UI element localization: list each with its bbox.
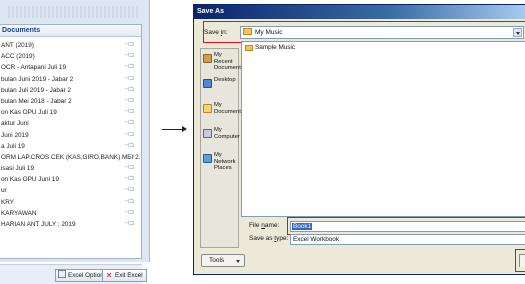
pin-icon[interactable]: ⊣⊐ [124,62,134,73]
dialog-title: Save As [194,5,525,19]
place-my-computer[interactable]: My Computer [201,127,240,149]
place-desktop[interactable]: Desktop [201,77,238,99]
highlight-file-name [287,217,525,235]
recent-document-label: on Kas OPU Juli 19 [1,109,57,117]
arrow-connector [162,126,187,132]
place-label: My Documents [214,102,244,115]
place-label: My Network Places [214,152,236,171]
highlight-save-button [515,249,525,272]
recent-document-label: bulan Mei 2018 - Jabar 2 [1,97,72,105]
close-icon: ✕ [105,271,113,280]
recent-documents-icon [203,54,212,63]
chevron-down-icon [236,260,240,263]
place-network-places[interactable]: My Network Places [201,152,238,174]
pin-icon[interactable]: ⊣⊐ [124,74,134,85]
recent-document-item[interactable]: bulan Juli 2019 - Jabar 2 ⊣⊐ [0,85,140,96]
recent-document-label: ANT (2019) [1,42,34,49]
recent-document-item[interactable]: Juni 2019 ⊣⊐ [0,130,140,141]
recent-document-label: Juni 2019 [1,131,29,139]
pin-icon[interactable]: ⊣⊐ [124,219,134,230]
places-bar: My Recent Documents Desktop My Documents My… [200,48,244,248]
recent-document-item[interactable]: ORM LAP.CROS CEK (KAS,GIRO,BANK) MEI 2..… [0,152,140,163]
pin-icon[interactable]: ⊣⊐ [124,208,134,219]
pin-icon[interactable]: ⊣⊐ [124,40,134,51]
recent-document-item[interactable]: ANT (2019) ⊣⊐ [0,40,140,51]
recent-document-label: ORM LAP.CROS CEK (KAS,GIRO,BANK) MEI 2..… [1,153,140,161]
office-menu-footer: Excel Options ✕ Exit Excel [0,264,147,284]
my-computer-icon [203,129,212,138]
recent-document-item[interactable]: bulan Juni 2019 - Jabar 2 ⊣⊐ [0,74,140,85]
recent-document-label: ur [1,187,7,195]
recent-document-item[interactable]: OCR - Antapani Juli 19 ⊣⊐ [0,62,140,73]
place-my-documents[interactable]: My Documents [201,102,244,124]
save-as-type-dropdown[interactable]: Excel Workbook [290,234,525,245]
place-label: My Computer [214,127,240,140]
recent-document-item[interactable]: KARYAWAN ⊣⊐ [0,208,140,219]
recent-document-item[interactable]: KRY ⊣⊐ [0,197,140,208]
recent-document-item[interactable]: ACC (2019) ⊣⊐ [0,51,140,62]
recent-document-item[interactable]: bulan Mei 2018 - Jabar 2 ⊣⊐ [0,96,140,107]
office-menu-panel: Documents ANT (2019) ⊣⊐ ACC (2019) ⊣⊐ OCR - … [0,0,150,284]
recent-documents-panel: Documents ANT (2019) ⊣⊐ ACC (2019) ⊣⊐ OCR - … [0,24,147,284]
pin-icon[interactable]: ⊣⊐ [124,130,134,141]
exit-excel-button[interactable]: ✕ Exit Excel [102,269,147,282]
recent-document-label: bulan Juli 2019 - Jabar 2 [1,86,71,94]
recent-document-label: KARYAWAN [1,209,37,217]
recent-documents-title: Documents [0,25,141,37]
desktop-icon [203,79,212,88]
save-as-type-label: Save as type: [249,235,289,242]
recent-document-label: HARIAN ANT JULY ; 2019 [1,221,76,228]
recent-document-item[interactable]: isasi Juli 19 ⊣⊐ [0,163,140,174]
place-label: My Recent Documents [214,52,244,71]
recent-document-item[interactable]: on Kas OPU Juli 19 ⊣⊐ [0,107,140,118]
pin-icon[interactable]: ⊣⊐ [124,107,134,118]
pin-icon[interactable]: ⊣⊐ [124,197,134,208]
pin-icon[interactable]: ⊣⊐ [124,118,134,129]
my-documents-icon [203,104,212,113]
recent-document-label: bulan Juni 2019 - Jabar 2 [1,75,74,83]
recent-document-label: KRY [1,198,15,206]
pin-icon[interactable]: ⊣⊐ [124,185,134,196]
pin-icon[interactable]: ⊣⊐ [124,96,134,107]
pin-icon[interactable]: ⊣⊐ [124,141,134,152]
pin-icon[interactable]: ⊣⊐ [124,85,134,96]
place-label: Desktop [214,77,236,83]
recent-document-label: OCR - Antapani Juli 19 [1,64,67,72]
save-as-dialog: Save As Save in: My Music My Recent Docu… [193,4,525,275]
highlight-save-in [203,21,525,43]
pin-icon[interactable]: ⊣⊐ [124,152,134,163]
file-name-label: File name: [249,222,280,229]
recent-document-label: on Kas OPU Juni 19 [1,176,59,184]
recent-document-item[interactable]: ur ⊣⊐ [0,185,140,196]
recent-document-label: isasi Juli 19 [1,165,35,173]
recent-document-item[interactable]: a Juli 19 ⊣⊐ [0,141,140,152]
recent-document-item[interactable]: aktur Juni ⊣⊐ [0,118,140,129]
recent-document-label: a Juli 19 [1,142,25,150]
place-recent-documents[interactable]: My Recent Documents [201,52,244,74]
pin-icon[interactable]: ⊣⊐ [124,51,134,62]
folder-icon [245,45,253,51]
recent-document-label: aktur Juni [1,120,29,128]
options-icon [58,270,66,278]
pin-icon[interactable]: ⊣⊐ [124,163,134,174]
pin-icon[interactable]: ⊣⊐ [124,174,134,185]
recent-document-item[interactable]: on Kas OPU Juni 19 ⊣⊐ [0,174,140,185]
recent-document-item[interactable]: HARIAN ANT JULY ; 2019 ⊣⊐ [0,219,140,230]
recent-document-label: ACC (2019) [1,53,35,61]
file-item[interactable]: Sample Music [245,44,295,52]
recent-documents-list: ANT (2019) ⊣⊐ ACC (2019) ⊣⊐ OCR - Antapani J… [0,40,140,230]
tools-button[interactable]: Tools [201,254,245,267]
file-list[interactable]: Sample Music [241,41,525,217]
network-places-icon [203,154,212,163]
